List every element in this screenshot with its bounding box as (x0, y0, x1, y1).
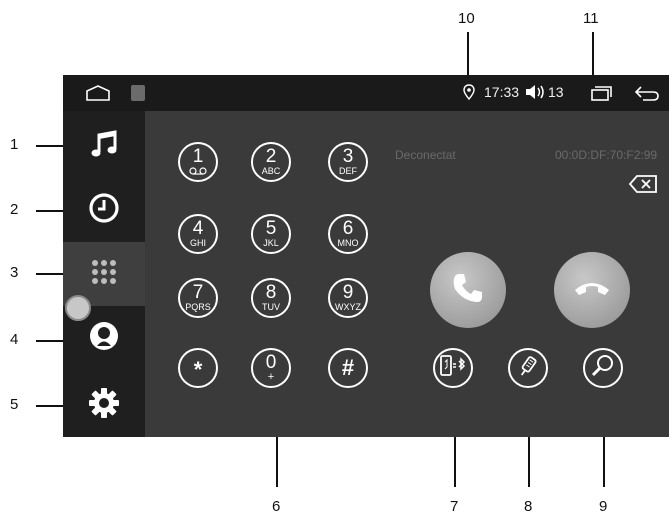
callout-4: 4 (10, 331, 19, 348)
callout-10: 10 (458, 10, 475, 27)
microphone-icon (515, 353, 541, 384)
callout-6: 6 (272, 498, 281, 515)
settings-icon (87, 386, 121, 425)
callout-11: 11 (583, 10, 599, 27)
volume-level: 13 (548, 84, 564, 100)
dial-key-digit: 4 (192, 218, 204, 239)
dial-key-letters: MNO (337, 238, 359, 248)
dial-key-5[interactable]: 5 JKL (251, 214, 291, 254)
hang-up-icon (573, 278, 611, 303)
dial-key-hash[interactable]: # (328, 348, 368, 388)
backspace-icon[interactable] (628, 174, 658, 199)
dial-key-8[interactable]: 8 TUV (251, 278, 291, 318)
dial-key-2[interactable]: 2 ABC (251, 142, 291, 182)
search-contact-button[interactable] (583, 348, 623, 388)
dial-key-digit: 1 (192, 146, 204, 167)
callout-8: 8 (524, 498, 533, 515)
recent-apps-icon[interactable] (590, 84, 614, 107)
dial-key-9[interactable]: 9 WXYZ (328, 278, 368, 318)
callout-7: 7 (450, 498, 459, 515)
dial-key-1[interactable]: 1 (178, 142, 218, 182)
device-address: 00:0D:DF:70:F2:99 (555, 148, 658, 162)
callout-2: 2 (10, 201, 19, 218)
dial-key-digit: 8 (265, 282, 277, 303)
callout-5: 5 (10, 396, 19, 413)
callout-1: 1 (10, 136, 19, 153)
dial-key-digit: 7 (192, 282, 204, 303)
status-time: 17:33 (484, 84, 520, 100)
dial-key-star[interactable]: * (178, 348, 218, 388)
sidebar-item-settings[interactable] (63, 373, 145, 437)
dial-key-digit: 2 (265, 146, 277, 167)
music-icon (88, 128, 120, 165)
floating-assistive-button[interactable] (65, 295, 91, 321)
dial-key-digit: 3 (342, 146, 354, 167)
contacts-icon (87, 319, 121, 358)
dial-key-letters: GHI (189, 238, 206, 248)
dialpad-icon (89, 257, 119, 292)
hang-up-button[interactable] (554, 252, 630, 328)
dial-key-letters: + (267, 371, 275, 383)
dial-key-digit: 0 (265, 352, 277, 373)
dial-key-digit: 5 (265, 218, 277, 239)
notification-app-icon[interactable] (131, 85, 145, 101)
dial-key-letters: TUV (262, 302, 280, 312)
voicemail-icon (180, 167, 216, 177)
callout-9: 9 (599, 498, 608, 515)
dial-key-digit: 9 (342, 282, 354, 303)
dial-key-letters: PQRS (185, 302, 211, 312)
sidebar (63, 111, 145, 437)
dial-key-7[interactable]: 7 PQRS (178, 278, 218, 318)
connection-status: Deconectat (395, 148, 456, 162)
sidebar-item-recent-calls[interactable] (63, 178, 145, 242)
dial-key-digit: 6 (342, 218, 354, 239)
head-unit-screen: 17:33 13 1 2 ABC 3 DEF 4 GHI 5 JKL 6 MNO… (63, 75, 669, 437)
volume-icon[interactable] (524, 84, 546, 105)
recent-calls-icon (87, 191, 121, 230)
microphone-button[interactable] (508, 348, 548, 388)
dial-key-letters: DEF (339, 166, 357, 176)
phone-bluetooth-transfer-icon (439, 354, 467, 383)
dial-key-3[interactable]: 3 DEF (328, 142, 368, 182)
search-icon (590, 353, 616, 384)
dial-key-4[interactable]: 4 GHI (178, 214, 218, 254)
dial-key-letters: ABC (261, 166, 281, 176)
callout-3: 3 (10, 264, 19, 281)
back-icon[interactable] (633, 84, 661, 107)
dial-key-6[interactable]: 6 MNO (328, 214, 368, 254)
dial-key-symbol: * (193, 357, 203, 382)
transfer-audio-button[interactable] (433, 348, 473, 388)
dial-key-symbol: # (341, 355, 355, 380)
status-bar: 17:33 13 (63, 75, 669, 111)
call-button[interactable] (430, 252, 506, 328)
home-icon[interactable] (85, 84, 111, 107)
location-pin-icon (463, 84, 475, 105)
dial-key-letters: JKL (263, 238, 279, 248)
phone-icon (451, 271, 485, 310)
dial-key-0[interactable]: 0 + (251, 348, 291, 388)
dial-key-letters: WXYZ (335, 302, 361, 312)
sidebar-item-music[interactable] (63, 114, 145, 178)
